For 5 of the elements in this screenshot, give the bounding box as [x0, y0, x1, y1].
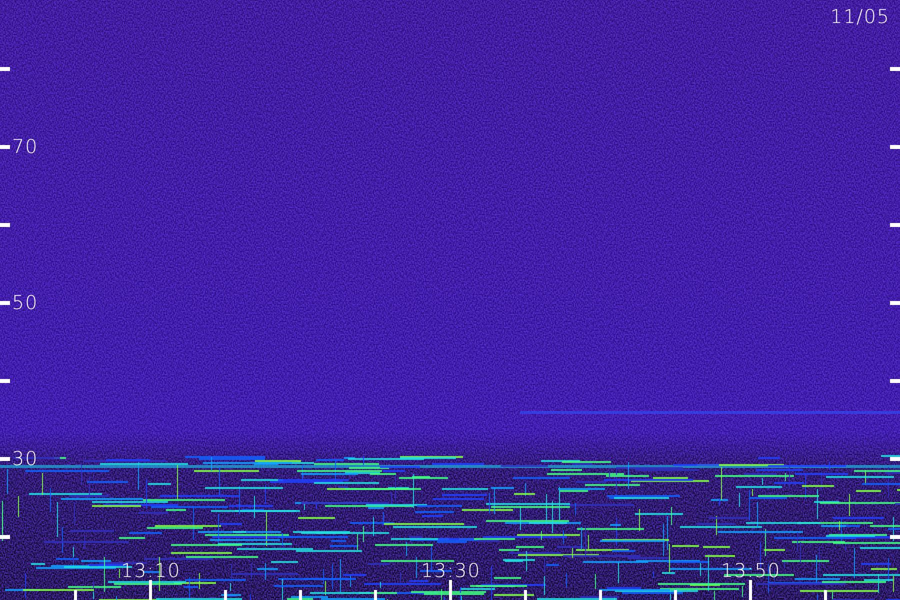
- date-label: 11/05: [830, 8, 890, 27]
- frequency-axis-label: 30: [12, 450, 38, 469]
- frequency-axis-label: 50: [12, 294, 38, 313]
- frequency-axis-label: 70: [12, 138, 38, 157]
- time-axis-label: 13:30: [421, 562, 481, 581]
